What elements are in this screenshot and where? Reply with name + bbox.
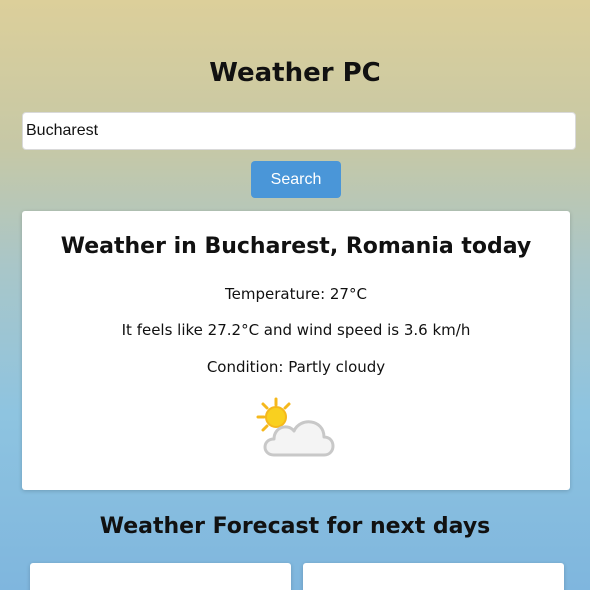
current-weather-card: Weather in Bucharest, Romania today Temp…	[22, 211, 570, 490]
weather-heading: Weather in Bucharest, Romania today	[60, 234, 532, 259]
partly-cloudy-icon	[256, 397, 335, 457]
search-input[interactable]	[22, 112, 576, 150]
temperature-text: Temperature: 27°C	[225, 285, 367, 303]
condition-text: Condition: Partly cloudy	[206, 358, 386, 376]
feels-like-text: It feels like 27.2°C and wind speed is 3…	[121, 321, 471, 339]
search-button[interactable]: Search	[251, 161, 341, 198]
forecast-card	[30, 563, 291, 590]
forecast-card	[303, 563, 564, 590]
forecast-title: Weather Forecast for next days	[99, 514, 491, 539]
page-title: Weather PC	[209, 58, 381, 88]
